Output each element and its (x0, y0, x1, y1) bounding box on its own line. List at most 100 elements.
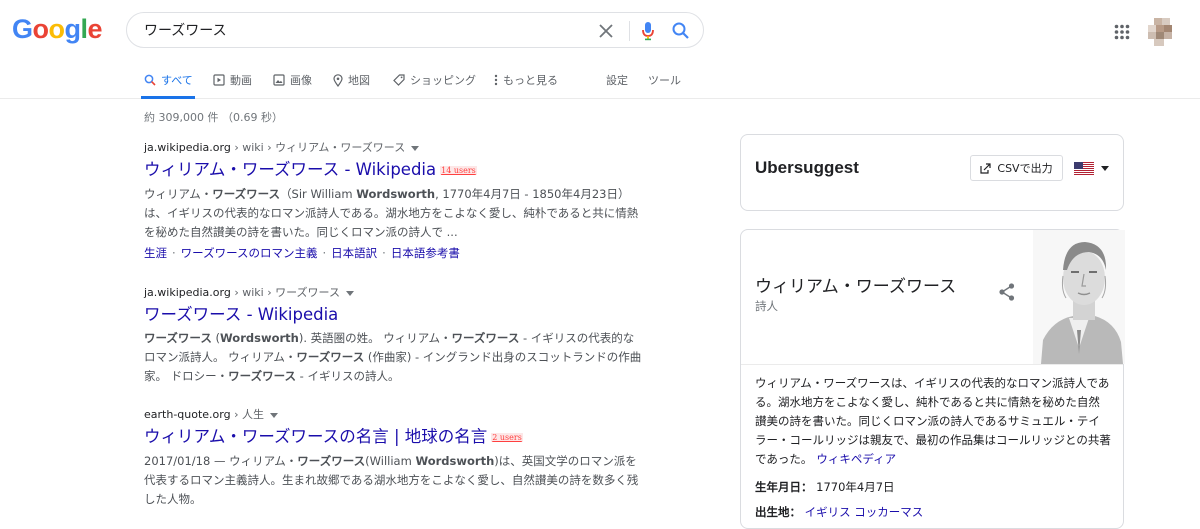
microphone-icon (642, 22, 654, 41)
us-flag-icon (1074, 161, 1094, 175)
chevron-down-icon[interactable] (346, 290, 355, 296)
apps-button[interactable] (1114, 24, 1130, 40)
sitelink[interactable]: 日本語訳 (331, 246, 377, 260)
portrait-image[interactable] (1033, 230, 1125, 364)
sitelinks: 生涯 · ワーズワースのロマン主義 · 日本語訳 · 日本語参考書 (144, 244, 644, 262)
tab-images[interactable]: 画像 (273, 70, 312, 90)
result-domain: earth-quote.org (144, 408, 231, 421)
google-logo[interactable]: Google (12, 14, 103, 45)
chevron-down-icon[interactable] (270, 412, 278, 418)
image-icon (273, 74, 285, 86)
tab-all[interactable]: すべて (144, 70, 193, 90)
kp-fact-value-link[interactable]: イギリス コッカーマス (805, 505, 924, 519)
tab-label: すべて (161, 74, 193, 87)
tab-label: 地図 (348, 74, 370, 87)
kp-description-text: ウィリアム・ワーズワースは、イギリスの代表的なロマン派詩人である。湖水地方をこよ… (755, 376, 1111, 466)
search-box-divider (629, 21, 630, 41)
sitelink[interactable]: ワーズワースのロマン主義 (181, 246, 318, 260)
result-domain: ja.wikipedia.org (144, 141, 231, 154)
tab-label: もっと見る (503, 74, 558, 87)
logo-letter: o (48, 14, 66, 44)
result-title-link[interactable]: ワーズワース - Wikipedia (144, 304, 644, 326)
search-result: ja.wikipedia.org › wiki › ワーズワース ワーズワース … (144, 285, 644, 386)
account-avatar[interactable] (1148, 18, 1172, 46)
tab-settings[interactable]: 設定 (606, 70, 628, 90)
users-badge[interactable]: 14 users (440, 165, 477, 175)
logo-letter: g (64, 14, 82, 44)
search-result: ja.wikipedia.org › wiki › ウィリアム・ワーズワース ウ… (144, 140, 644, 262)
share-icon (999, 283, 1015, 301)
kp-fact-birthplace: 出生地： イギリス コッカーマス (755, 504, 923, 520)
result-breadcrumb[interactable]: ja.wikipedia.org › wiki › ウィリアム・ワーズワース (144, 140, 644, 156)
tab-shopping[interactable]: ショッピング (393, 70, 476, 90)
kp-source-link[interactable]: ウィキペディア (816, 452, 896, 466)
active-tab-indicator (141, 96, 195, 99)
kp-description: ウィリアム・ワーズワースは、イギリスの代表的なロマン派詩人である。湖水地方をこよ… (755, 374, 1111, 469)
search-button[interactable] (671, 21, 691, 41)
logo-letter: o (32, 14, 50, 44)
search-tabs: すべて 動画 画像 地図 ショッピング もっと見る 設定 ツール (0, 62, 1200, 99)
portrait-illustration (1033, 230, 1125, 364)
tab-label: 動画 (230, 74, 252, 87)
map-pin-icon (333, 73, 343, 87)
csv-export-label: CSVで出力 (997, 162, 1053, 175)
search-icon (144, 74, 156, 86)
result-snippet: ワーズワース (Wordsworth). 英語圏の姓。 ウィリアム・ワーズワース… (144, 331, 642, 383)
avatar-icon (1148, 18, 1172, 46)
clear-button[interactable] (597, 22, 615, 40)
chevron-down-icon (1101, 165, 1109, 171)
tab-videos[interactable]: 動画 (213, 70, 252, 90)
kp-fact-label: 生年月日： (755, 480, 813, 494)
logo-letter: G (12, 14, 33, 44)
sitelink-separator: · (382, 245, 386, 260)
export-icon (980, 162, 991, 174)
tab-label: 設定 (606, 74, 628, 87)
knowledge-panel: ウィリアム・ワーズワース 詩人 ウィリアム・ワーズワースは、イギリスの代表的なロ… (740, 229, 1125, 529)
ubersuggest-card: Ubersuggest CSVで出力 (740, 134, 1124, 211)
kp-subtitle: 詩人 (755, 299, 778, 313)
logo-letter: l (80, 14, 89, 44)
result-path: › 人生 (230, 408, 264, 421)
result-title-link[interactable]: ウィリアム・ワーズワースの名言 | 地球の名言 2 users (144, 426, 644, 449)
result-path: › wiki › ワーズワース (230, 286, 341, 299)
tag-icon (393, 74, 405, 86)
result-title: ウィリアム・ワーズワースの名言 | 地球の名言 (144, 427, 488, 446)
video-icon (213, 74, 225, 86)
search-input[interactable] (144, 19, 584, 41)
country-selector[interactable] (1074, 161, 1114, 175)
users-badge[interactable]: 2 users (491, 432, 523, 442)
kp-title: ウィリアム・ワーズワース (755, 277, 957, 297)
voice-search-button[interactable] (641, 21, 655, 41)
result-path: › wiki › ウィリアム・ワーズワース (230, 141, 406, 154)
kp-fact-label: 出生地： (755, 505, 801, 519)
result-snippet: ウィリアム・ワーズワース（Sir William Wordsworth, 177… (144, 186, 639, 239)
result-title: ワーズワース - Wikipedia (144, 305, 339, 324)
result-title-link[interactable]: ウィリアム・ワーズワース - Wikipedia 14 users (144, 159, 644, 182)
result-snippet: 2017/01/18 — ウィリアム・ワーズワース(William Wordsw… (144, 453, 639, 506)
logo-letter: e (87, 14, 103, 44)
search-result: earth-quote.org › 人生 ウィリアム・ワーズワースの名言 | 地… (144, 407, 644, 509)
apps-grid-icon (1114, 24, 1130, 40)
share-button[interactable] (997, 282, 1017, 302)
result-breadcrumb[interactable]: earth-quote.org › 人生 (144, 407, 644, 423)
chevron-down-icon[interactable] (411, 145, 420, 151)
result-title: ウィリアム・ワーズワース - Wikipedia (144, 160, 437, 179)
sitelink-separator: · (322, 245, 327, 260)
csv-export-button[interactable]: CSVで出力 (970, 155, 1063, 181)
result-breadcrumb[interactable]: ja.wikipedia.org › wiki › ワーズワース (144, 285, 644, 301)
tab-more[interactable]: もっと見る (494, 70, 558, 90)
kp-fact-birthdate: 生年月日： 1770年4月7日 (755, 479, 895, 495)
kp-divider (741, 364, 1123, 365)
sitelink-separator: · (172, 245, 176, 260)
result-domain: ja.wikipedia.org (144, 286, 231, 299)
tab-label: 画像 (290, 74, 312, 87)
kp-fact-value: 1770年4月7日 (816, 480, 895, 494)
tab-tools[interactable]: ツール (648, 70, 681, 90)
close-icon (599, 24, 613, 38)
sitelink[interactable]: 日本語参考書 (391, 246, 460, 260)
tab-maps[interactable]: 地図 (333, 70, 370, 90)
sitelink[interactable]: 生涯 (144, 246, 167, 260)
result-stats: 約 309,000 件 （0.69 秒） (144, 111, 283, 124)
tab-label: ショッピング (410, 74, 476, 87)
more-vert-icon (494, 74, 498, 86)
